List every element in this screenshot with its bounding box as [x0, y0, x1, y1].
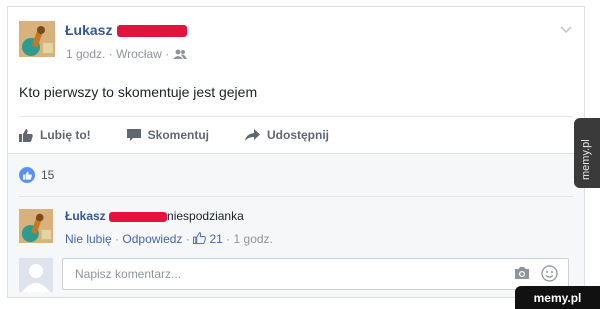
unlike-link[interactable]: Nie lubię — [65, 232, 112, 246]
thumbs-up-icon — [193, 232, 206, 244]
divider — [19, 196, 573, 197]
divider — [19, 116, 573, 117]
post-location[interactable]: Wrocław — [116, 47, 162, 61]
share-button[interactable]: Udostępnij — [245, 128, 329, 142]
post-meta: 1 godz. · Wrocław · — [66, 47, 187, 62]
post-time[interactable]: 1 godz. — [66, 47, 105, 61]
like-label: Lubię to! — [40, 128, 91, 142]
redaction-mark — [117, 25, 188, 38]
like-icon — [19, 167, 35, 183]
post-text: Kto pierwszy to skomentuje jest gejem — [19, 84, 258, 100]
watermark-side-text: memy.pl — [580, 139, 592, 180]
friends-icon — [172, 48, 187, 62]
watermark-corner: memy.pl — [515, 286, 600, 309]
redaction-mark — [109, 211, 168, 222]
camera-icon[interactable] — [514, 266, 530, 285]
author-avatar[interactable] — [19, 21, 55, 57]
like-button[interactable]: Lubię to! — [19, 128, 91, 142]
post-card: Łukasz 1 godz. · Wrocław · Kto pierwszy … — [7, 6, 585, 298]
comment-icon — [126, 128, 141, 141]
current-user-avatar — [19, 258, 53, 292]
comment-like-count: 21 — [209, 232, 223, 246]
likes-summary[interactable]: 15 — [19, 167, 54, 183]
comment-label: Skomentuj — [147, 128, 209, 142]
comment-author-avatar[interactable] — [19, 209, 53, 243]
comment-text: niespodzianka — [167, 209, 244, 223]
emoji-icon[interactable] — [541, 265, 558, 287]
comment-likes[interactable]: 21 — [193, 232, 226, 246]
comment-button[interactable]: Skomentuj — [126, 128, 209, 142]
author-name[interactable]: Łukasz — [65, 22, 112, 38]
comment-input[interactable] — [73, 266, 477, 282]
post-author[interactable]: Łukasz — [65, 22, 188, 38]
like-count: 15 — [41, 168, 55, 182]
comment: Łukasz niespodzianka — [65, 209, 244, 223]
divider — [8, 153, 584, 154]
chevron-down-icon[interactable] — [560, 23, 572, 37]
reply-link[interactable]: Odpowiedz — [122, 232, 182, 246]
comment-time[interactable]: 1 godz. — [234, 232, 273, 246]
thumbs-up-icon — [19, 128, 33, 142]
comment-composer[interactable] — [62, 258, 569, 290]
share-icon — [245, 129, 260, 141]
action-bar: Lubię to! Skomentuj Udostępnij — [19, 125, 329, 145]
comment-meta: Nie lubię · Odpowiedz · 21 · 1 godz. — [65, 232, 273, 246]
watermark-corner-text: memy.pl — [533, 290, 582, 305]
watermark-side-tab: memy.pl — [574, 118, 600, 188]
comment-author-name[interactable]: Łukasz — [65, 209, 106, 223]
share-label: Udostępnij — [267, 128, 329, 142]
